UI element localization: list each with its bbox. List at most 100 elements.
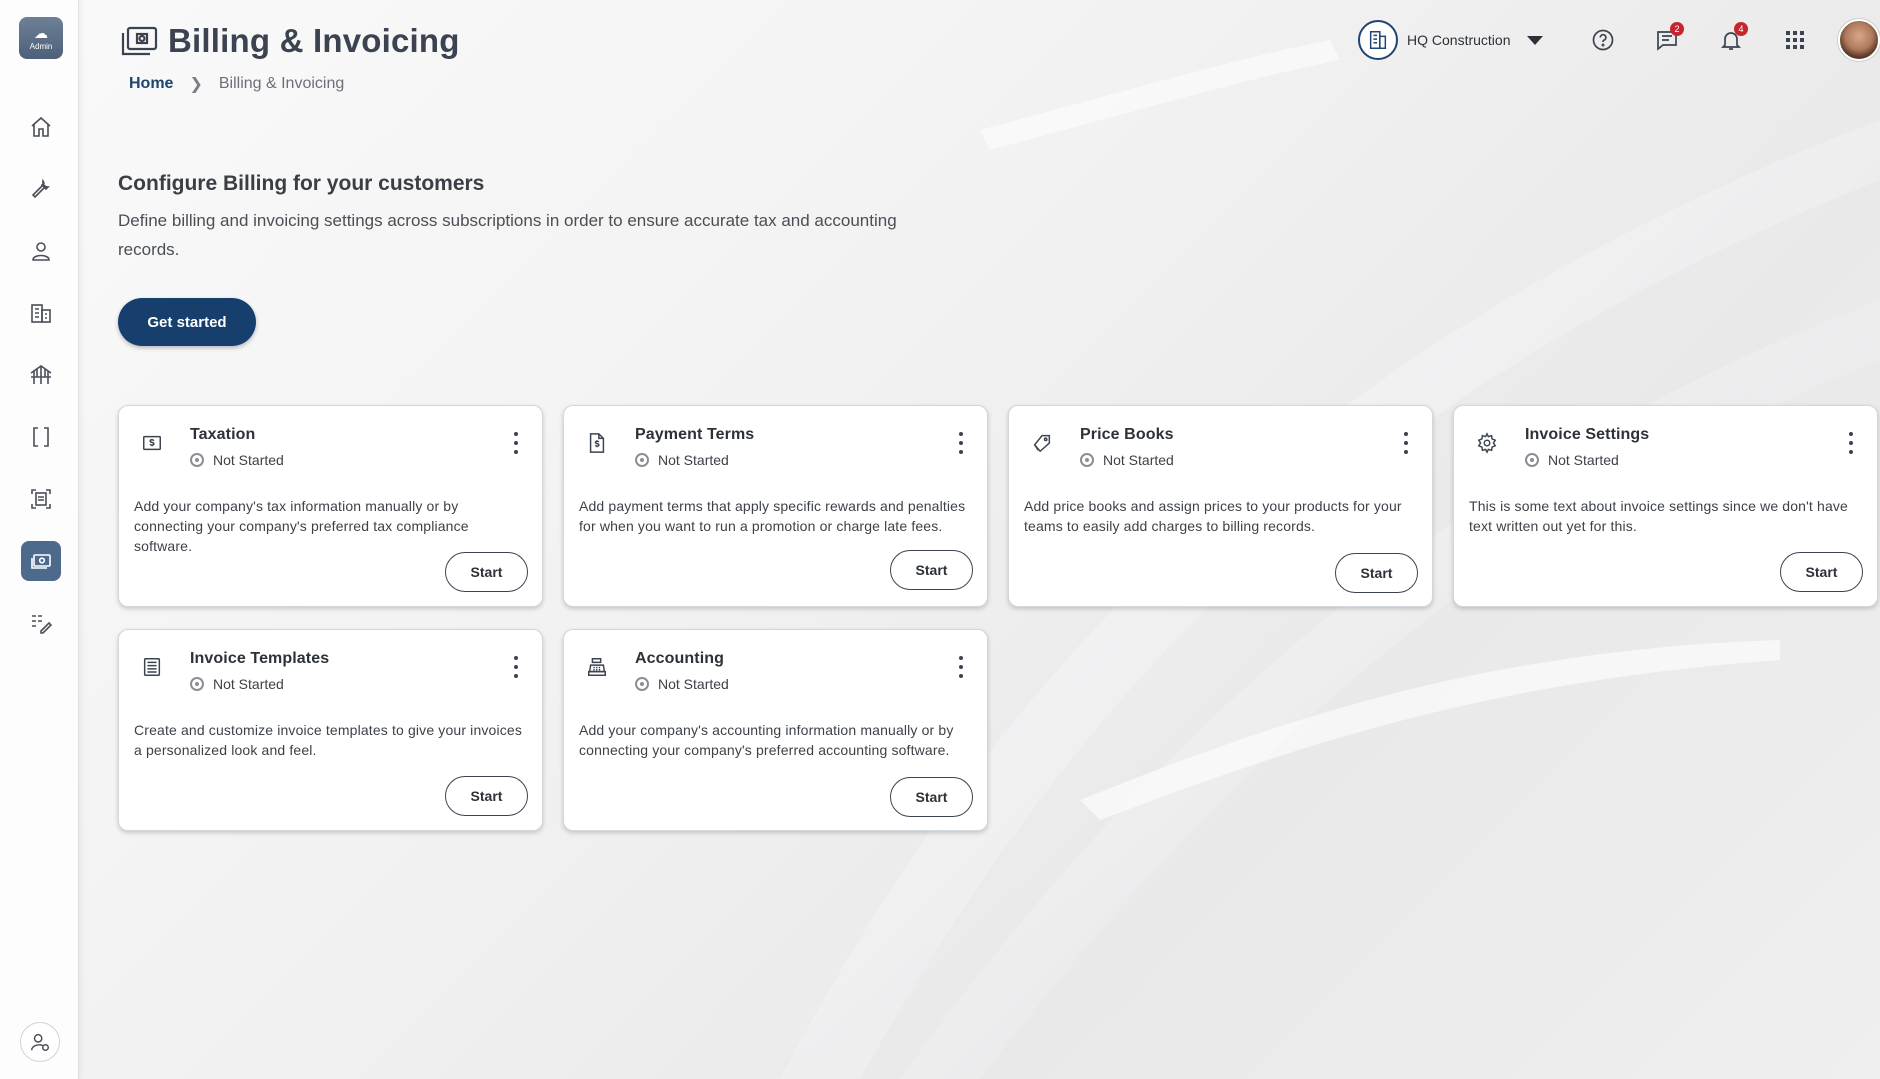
organization-icon [1358,20,1398,60]
sidebar-item-buildings[interactable] [21,293,61,333]
building-icon [31,304,51,323]
more-options-icon[interactable] [957,432,965,454]
hero-description: Define billing and invoicing settings ac… [118,211,897,259]
status-indicator: Not Started [635,676,729,692]
breadcrumb-current: Billing & Invoicing [218,75,345,92]
edit-list-icon [32,615,53,634]
card-description: Add payment terms that apply specific re… [579,498,966,534]
sidebar-item-edit[interactable] [21,603,61,643]
app-launcher-button[interactable] [1779,24,1811,56]
organization-switcher[interactable]: HQ Construction [1358,20,1544,60]
start-button-invoice-settings[interactable]: Start [1780,552,1863,592]
status-indicator: Not Started [1080,452,1174,468]
payment-document-icon [584,430,610,456]
help-icon [1592,29,1614,51]
status-text: Not Started [213,452,284,468]
breadcrumb: Home ❯ Billing & Invoicing [129,74,344,94]
card-description: Create and customize invoice templates t… [134,722,522,758]
status-icon [190,677,204,691]
sidebar-item-tools[interactable] [21,169,61,209]
user-settings-icon [31,1033,49,1051]
organization-name: HQ Construction [1407,32,1511,48]
status-icon [190,453,204,467]
start-button-price-books[interactable]: Start [1335,553,1418,593]
status-icon [1080,453,1094,467]
gear-icon [1474,430,1500,456]
document-scan-icon [31,489,51,509]
card-price-books: Price Books Not Started Add price books … [1008,405,1433,607]
messages-button[interactable]: 2 [1651,22,1684,56]
more-options-icon[interactable] [512,656,520,678]
card-payment-terms: Payment Terms Not Started Add payment te… [563,405,988,607]
notifications-badge: 4 [1734,22,1748,36]
status-icon [1525,453,1539,467]
card-description: Add your company's tax information manua… [134,498,469,554]
page-title: Billing & Invoicing [168,22,460,59]
status-icon [635,677,649,691]
status-indicator: Not Started [635,452,729,468]
logo-label: Admin [29,41,53,51]
card-description: Add price books and assign prices to you… [1024,498,1402,534]
more-options-icon[interactable] [1402,432,1410,454]
status-text: Not Started [213,676,284,692]
billing-title-icon [121,26,158,56]
sidebar-item-users[interactable] [21,231,61,271]
tax-icon [139,430,165,456]
sidebar-item-home[interactable] [21,107,61,147]
status-indicator: Not Started [190,676,284,692]
card-accounting: Accounting Not Started Add your company'… [563,629,988,831]
status-icon [635,453,649,467]
card-title: Invoice Templates [190,650,330,667]
caret-down-icon [1527,35,1544,45]
billing-icon [31,554,51,569]
breadcrumb-home[interactable]: Home [129,75,173,93]
card-taxation: Taxation Not Started Add your company's … [118,405,543,607]
template-list-icon [139,654,165,680]
start-button-taxation[interactable]: Start [445,552,528,592]
status-text: Not Started [1103,452,1174,468]
card-title: Payment Terms [635,426,755,443]
status-text: Not Started [658,452,729,468]
status-indicator: Not Started [1525,452,1619,468]
cash-register-icon [584,654,610,680]
bridge-icon [30,365,52,384]
start-button-accounting[interactable]: Start [890,777,973,817]
get-started-button[interactable]: Get started [118,298,256,346]
more-options-icon[interactable] [512,432,520,454]
user-icon [32,242,50,261]
messages-badge: 2 [1670,22,1684,36]
admin-logo[interactable]: ☁ Admin [19,17,63,59]
sidebar-item-billing[interactable] [21,541,61,581]
sidebar: ☁ Admin [0,0,79,1079]
help-button[interactable] [1587,24,1619,56]
card-title: Accounting [635,650,724,667]
page-header: Billing & Invoicing [120,22,460,60]
card-title: Price Books [1080,426,1174,443]
start-button-payment-terms[interactable]: Start [890,550,973,590]
more-options-icon[interactable] [957,656,965,678]
chevron-right-icon: ❯ [189,76,203,93]
wrench-icon [31,178,50,199]
card-description: This is some text about invoice settings… [1469,498,1848,534]
card-description: Add your company's accounting informatio… [579,722,954,758]
notifications-button[interactable]: 4 [1715,22,1748,56]
start-button-invoice-templates[interactable]: Start [445,776,528,816]
more-options-icon[interactable] [1847,432,1855,454]
brackets-icon [33,427,49,447]
avatar[interactable] [1838,19,1880,61]
sidebar-item-infrastructure[interactable] [21,355,61,395]
card-title: Taxation [190,426,256,443]
status-text: Not Started [1548,452,1619,468]
sidebar-item-documents[interactable] [21,479,61,519]
status-text: Not Started [658,676,729,692]
status-indicator: Not Started [190,452,284,468]
cloud-icon: ☁ [34,24,48,41]
price-tag-icon [1029,430,1055,456]
card-invoice-settings: Invoice Settings Not Started This is som… [1453,405,1878,607]
hero-title: Configure Billing for your customers [118,172,485,195]
card-title: Invoice Settings [1525,426,1650,443]
sidebar-item-brackets[interactable] [21,417,61,457]
home-icon [31,116,51,137]
hero-section: Configure Billing for your customers Def… [118,172,938,264]
user-settings-button[interactable] [20,1022,60,1062]
